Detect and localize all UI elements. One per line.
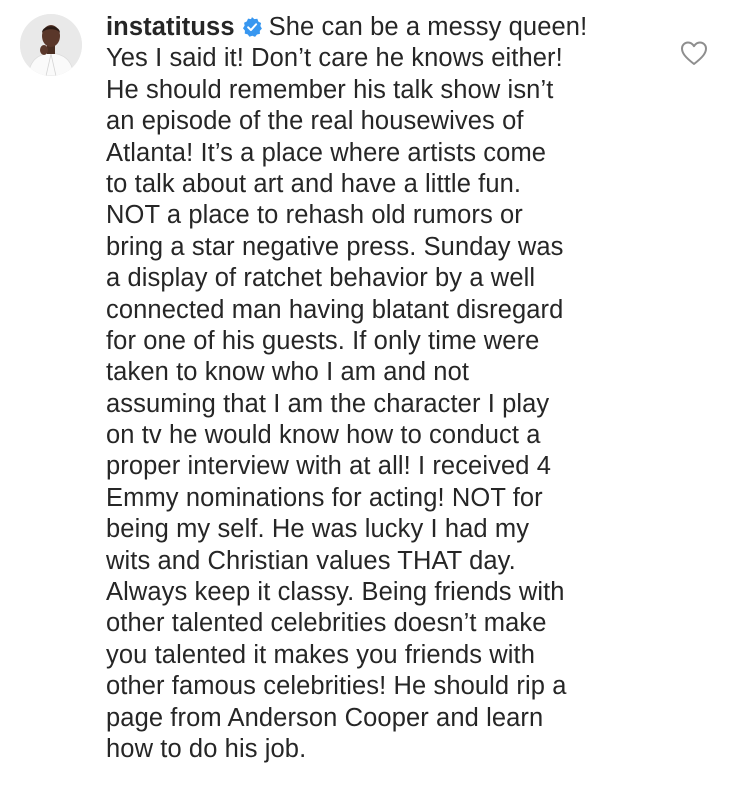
- comment: instatituss She can be a messy queen! Ye…: [0, 0, 735, 800]
- comment-text-line: being my self. He was lucky I had my: [106, 515, 530, 544]
- comment-text-line: for one of his guests. If only time were: [106, 326, 540, 355]
- comment-first-line: instatituss She can be a messy queen!: [106, 12, 686, 43]
- comment-text-line: connected man having blatant disregard: [106, 295, 564, 324]
- comment-text-line: you talented it makes you friends with: [106, 640, 536, 669]
- comment-text-line: Yes I said it! Don’t care he knows eithe…: [106, 44, 563, 73]
- heart-outline-shape: [681, 41, 707, 65]
- comment-text-line-0: She can be a messy queen!: [268, 13, 588, 41]
- comment-text-line: He should remember his talk show isn’t: [106, 75, 554, 104]
- profile-avatar[interactable]: [20, 14, 82, 76]
- comment-text-line: other talented celebrities doesn’t make: [106, 609, 547, 638]
- comment-text-line: bring a star negative press. Sunday was: [106, 232, 564, 261]
- comment-text-line: on tv he would know how to conduct a: [106, 421, 541, 450]
- comment-text-line: Always keep it classy. Being friends wit…: [106, 578, 565, 607]
- comment-text-line: other famous celebrities! He should rip …: [106, 672, 567, 701]
- comment-body: instatituss She can be a messy queen! Ye…: [106, 12, 686, 765]
- username-link[interactable]: instatituss: [106, 13, 235, 41]
- comment-text-line: wits and Christian values THAT day.: [106, 546, 516, 575]
- comment-text-line: page from Anderson Cooper and learn: [106, 703, 544, 732]
- comment-text-line: how to do his job.: [106, 734, 307, 763]
- comment-text-line: to talk about art and have a little fun.: [106, 169, 522, 198]
- comment-text-line: a display of ratchet behavior by a well: [106, 264, 536, 293]
- comment-text-line: an episode of the real housewives of: [106, 107, 524, 136]
- comment-text-line: taken to know who I am and not: [106, 358, 470, 387]
- comment-text-line: assuming that I am the character I play: [106, 389, 550, 418]
- verified-badge-icon: [242, 17, 262, 37]
- comment-text-line: Atlanta! It’s a place where artists come: [106, 138, 547, 167]
- comment-text-line: proper interview with at all! I received…: [106, 452, 551, 481]
- comment-text-line: Emmy nominations for acting! NOT for: [106, 483, 543, 512]
- comment-text-line: NOT a place to rehash old rumors or: [106, 201, 523, 230]
- heart-outline-icon[interactable]: [680, 40, 708, 66]
